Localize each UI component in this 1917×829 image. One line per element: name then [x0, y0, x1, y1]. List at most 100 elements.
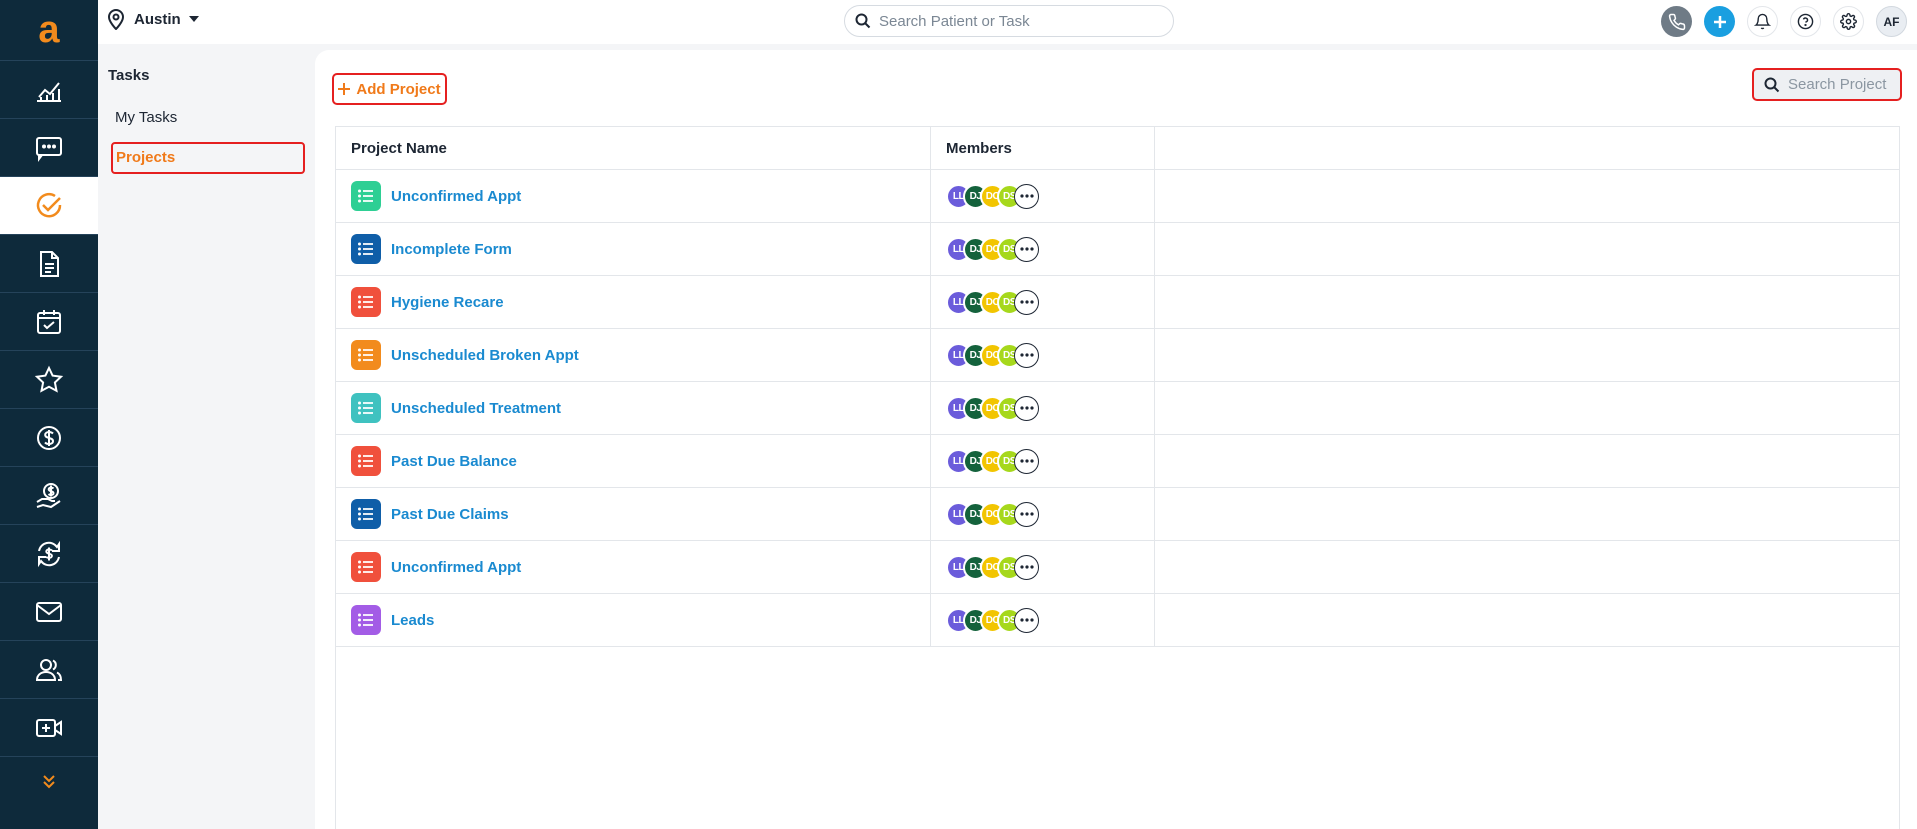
- project-name-link[interactable]: Unconfirmed Appt: [391, 188, 521, 205]
- phone-button[interactable]: [1661, 6, 1692, 37]
- rail-item-patients[interactable]: [0, 641, 98, 699]
- project-name-link[interactable]: Unscheduled Broken Appt: [391, 347, 579, 364]
- rail-item-messages[interactable]: [0, 119, 98, 177]
- gear-icon: [1840, 13, 1857, 30]
- location-selector[interactable]: Austin: [106, 8, 199, 30]
- more-horizontal-icon: [1019, 194, 1034, 198]
- more-horizontal-icon: [1019, 300, 1034, 304]
- project-cell: Hygiene Recare: [336, 276, 931, 328]
- table-row[interactable]: Leads LL DJ DC DS: [336, 594, 1899, 647]
- projects-table: Project Name Members Unconfirmed Appt LL D…: [335, 126, 1900, 829]
- settings-button[interactable]: [1833, 6, 1864, 37]
- subnav-item-projects[interactable]: Projects: [111, 142, 305, 174]
- rail-item-mail[interactable]: [0, 583, 98, 641]
- location-name: Austin: [134, 10, 181, 28]
- project-name-link[interactable]: Unscheduled Treatment: [391, 400, 561, 417]
- member-avatars: LL DJ DC DS: [946, 554, 1039, 580]
- app-logo[interactable]: a: [0, 0, 98, 61]
- more-members-button[interactable]: [1014, 236, 1039, 262]
- rail-expand-button[interactable]: [0, 757, 98, 805]
- list-icon: [358, 295, 373, 309]
- rail-item-billing[interactable]: [0, 409, 98, 467]
- table-row[interactable]: Hygiene Recare LL DJ DC DS: [336, 276, 1899, 329]
- caret-down-icon: [188, 16, 199, 22]
- notifications-button[interactable]: [1747, 6, 1778, 37]
- plus-icon: [1713, 15, 1726, 28]
- bell-icon: [1754, 13, 1771, 30]
- global-search[interactable]: [844, 5, 1174, 37]
- header-members: Members: [931, 127, 1155, 169]
- members-cell: LL DJ DC DS: [931, 170, 1155, 222]
- more-members-button[interactable]: [1014, 395, 1039, 421]
- add-project-label: Add Project: [356, 80, 441, 98]
- subnav-item-my-tasks[interactable]: My Tasks: [110, 102, 182, 133]
- project-name-link[interactable]: Past Due Balance: [391, 453, 517, 470]
- table-row[interactable]: Past Due Claims LL DJ DC DS: [336, 488, 1899, 541]
- project-name-link[interactable]: Incomplete Form: [391, 241, 512, 258]
- project-name-link[interactable]: Unconfirmed Appt: [391, 559, 521, 576]
- table-row[interactable]: Unconfirmed Appt LL DJ DC DS: [336, 541, 1899, 594]
- list-icon: [358, 189, 373, 203]
- rail-item-video[interactable]: [0, 699, 98, 757]
- more-members-button[interactable]: [1014, 554, 1039, 580]
- rail-item-payments[interactable]: [0, 467, 98, 525]
- header-project-name: Project Name: [336, 127, 931, 169]
- more-members-button[interactable]: [1014, 501, 1039, 527]
- add-project-button[interactable]: Add Project: [332, 73, 447, 105]
- project-cell: Unscheduled Broken Appt: [336, 329, 931, 381]
- list-icon: [358, 242, 373, 256]
- table-row[interactable]: Unscheduled Broken Appt LL DJ DC DS: [336, 329, 1899, 382]
- left-nav-rail: a: [0, 0, 98, 829]
- rail-item-documents[interactable]: [0, 235, 98, 293]
- top-actions: AF: [1661, 6, 1907, 37]
- quick-add-button[interactable]: [1704, 6, 1735, 37]
- table-row[interactable]: Past Due Balance LL DJ DC DS: [336, 435, 1899, 488]
- project-search-input[interactable]: [1788, 76, 1898, 93]
- project-search[interactable]: [1752, 68, 1902, 101]
- more-horizontal-icon: [1019, 353, 1034, 357]
- member-avatars: LL DJ DC DS: [946, 607, 1039, 633]
- list-icon: [358, 613, 373, 627]
- project-name-link[interactable]: Past Due Claims: [391, 506, 509, 523]
- members-cell: LL DJ DC DS: [931, 276, 1155, 328]
- more-members-button[interactable]: [1014, 289, 1039, 315]
- project-name-link[interactable]: Hygiene Recare: [391, 294, 504, 311]
- project-cell: Past Due Balance: [336, 435, 931, 487]
- member-avatars: LL DJ DC DS: [946, 448, 1039, 474]
- project-icon: [351, 605, 381, 635]
- members-cell: LL DJ DC DS: [931, 329, 1155, 381]
- more-members-button[interactable]: [1014, 607, 1039, 633]
- project-cell: Unconfirmed Appt: [336, 541, 931, 593]
- dollar-circle-icon: [37, 425, 61, 450]
- global-search-input[interactable]: [879, 12, 1159, 30]
- help-button[interactable]: [1790, 6, 1821, 37]
- more-horizontal-icon: [1019, 512, 1034, 516]
- user-avatar[interactable]: AF: [1876, 6, 1907, 37]
- rail-item-recurring[interactable]: [0, 525, 98, 583]
- list-icon: [358, 560, 373, 574]
- table-row[interactable]: Incomplete Form LL DJ DC DS: [336, 223, 1899, 276]
- more-members-button[interactable]: [1014, 183, 1039, 209]
- analytics-icon: [37, 81, 61, 102]
- more-horizontal-icon: [1019, 247, 1034, 251]
- search-icon: [1764, 77, 1780, 92]
- project-icon: [351, 446, 381, 476]
- rail-item-calendar[interactable]: [0, 293, 98, 351]
- more-horizontal-icon: [1019, 618, 1034, 622]
- project-name-link[interactable]: Leads: [391, 612, 434, 629]
- list-icon: [358, 507, 373, 521]
- rail-item-reviews[interactable]: [0, 351, 98, 409]
- members-cell: LL DJ DC DS: [931, 594, 1155, 646]
- rail-item-analytics[interactable]: [0, 61, 98, 119]
- logo-letter: a: [38, 9, 60, 51]
- table-row[interactable]: Unconfirmed Appt LL DJ DC DS: [336, 170, 1899, 223]
- mail-icon: [36, 601, 62, 622]
- phone-icon: [1668, 13, 1685, 30]
- more-members-button[interactable]: [1014, 342, 1039, 368]
- rail-item-tasks[interactable]: [0, 177, 98, 235]
- table-row[interactable]: Unscheduled Treatment LL DJ DC DS: [336, 382, 1899, 435]
- list-icon: [358, 454, 373, 468]
- more-members-button[interactable]: [1014, 448, 1039, 474]
- subnav-title: Tasks: [108, 67, 150, 84]
- project-icon: [351, 234, 381, 264]
